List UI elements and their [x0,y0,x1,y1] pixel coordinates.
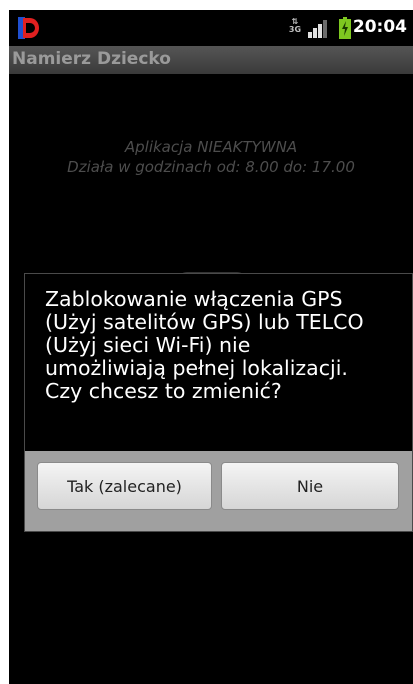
status-clock: 20:04 [352,17,407,37]
dialog-message: Zablokowanie włączenia GPS (Użyj satelit… [45,287,364,403]
3g-data-icon: ⇅ 3G [288,18,302,38]
title-bar: Namierz Dziecko [9,46,413,74]
status-bar: ⇅ 3G 20:04 [9,10,413,46]
app-status-text: Aplikacja NIEAKTYWNA [124,138,298,156]
phone-screen: ⇅ 3G 20:04 Namierz Dziecko Aplikacja NIE… [9,10,413,684]
location-settings-dialog: Zablokowanie włączenia GPS (Użyj satelit… [24,273,413,532]
working-hours-text: Działa w godzinach od: 8.00 do: 17.00 [67,158,355,176]
no-button[interactable]: Nie [221,462,399,510]
signal-strength-icon [308,20,327,38]
yes-recommended-button[interactable]: Tak (zalecane) [37,462,212,510]
network-label: 3G [288,25,302,34]
app-notification-icon [18,17,39,39]
dialog-button-bar: Tak (zalecane) Nie [25,451,412,531]
app-title: Namierz Dziecko [12,49,171,69]
battery-charging-icon [339,17,351,39]
